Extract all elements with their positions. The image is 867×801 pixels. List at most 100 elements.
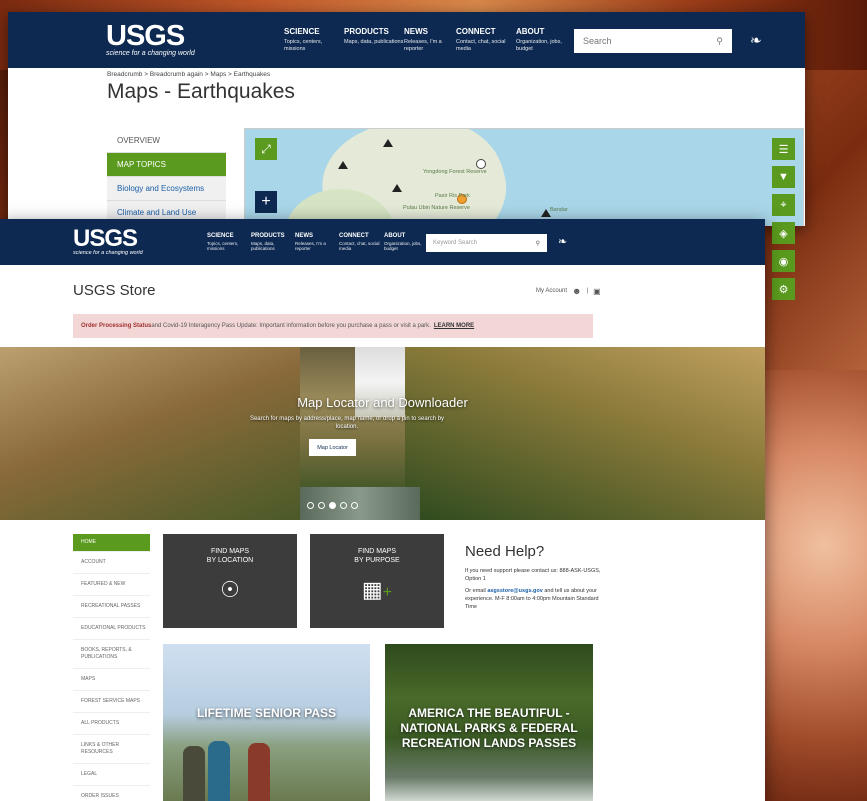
carousel-dot[interactable] xyxy=(351,502,358,509)
cart-icon[interactable]: ▣ xyxy=(593,287,601,296)
list-icon[interactable]: ☰ xyxy=(772,138,795,160)
sidenav-legal[interactable]: LEGAL xyxy=(73,764,150,786)
pass-title: AMERICA THE BEAUTIFUL - NATIONAL PARKS &… xyxy=(400,706,578,750)
breadcrumb[interactable]: Breadcrumb > Breadcrumb again > Maps > E… xyxy=(107,71,270,78)
nav-title: SCIENCE xyxy=(284,27,320,36)
carousel-dots xyxy=(307,502,358,509)
logo-tagline: science for a changing world xyxy=(106,50,195,57)
sidenav-books[interactable]: BOOKS, REPORTS, & PUBLICATIONS xyxy=(73,640,150,669)
my-account-link[interactable]: My Account xyxy=(536,288,567,294)
nav-sub: Organization, jobs, budget xyxy=(384,240,422,252)
nav-title: CONNECT xyxy=(456,27,496,36)
nav-sub: Contact, chat, social media xyxy=(339,240,380,252)
divider: | xyxy=(586,288,589,294)
nav-about[interactable]: ABOUT Organization, jobs, budget xyxy=(384,233,428,252)
hero-carousel: Map Locator and Downloader Search for ma… xyxy=(0,347,765,520)
sidenav-recreational-passes[interactable]: RECREATIONAL PASSES xyxy=(73,596,150,618)
search-icon[interactable]: ⚲ xyxy=(716,36,723,47)
map-label: Pasir Ris Park xyxy=(435,193,470,199)
side-nav: OVERVIEW MAP TOPICS Biology and Ecosyste… xyxy=(107,129,226,225)
site-header: USGS science for a changing world SCIENC… xyxy=(0,219,765,265)
earthquake-map[interactable]: ⤢ + Yongdong Forest Reserve Pulau Ubin N… xyxy=(244,128,804,226)
nav-science[interactable]: SCIENCE Topics, centers, missions xyxy=(207,233,251,252)
hero-image xyxy=(405,347,765,520)
filter-icon[interactable]: ▼ xyxy=(772,166,795,188)
map-label: Pulau Ubin Nature Reserve xyxy=(403,205,470,211)
sidenav-biology[interactable]: Biology and Ecosystems xyxy=(107,177,226,201)
earthquakes-map-window: USGS science for a changing world SCIENC… xyxy=(8,12,805,226)
nav-products[interactable]: PRODUCTS Maps, data, publications xyxy=(251,233,295,252)
sidenav-forest-service[interactable]: FOREST SERVICE MAPS xyxy=(73,691,150,713)
nav-about[interactable]: ABOUT Organization, jobs, budget xyxy=(516,27,572,53)
nav-connect[interactable]: CONNECT Contact, chat, social media xyxy=(339,233,384,252)
help-email-text: Or email asgsstore@usgs.gov and tell us … xyxy=(465,587,605,611)
gear-icon[interactable]: ⚙ xyxy=(772,278,795,300)
nav-connect[interactable]: CONNECT Contact, chat, social media xyxy=(456,27,516,53)
sidenav-map-topics[interactable]: MAP TOPICS xyxy=(107,153,226,177)
carousel-dot[interactable] xyxy=(318,502,325,509)
crop-icon[interactable]: ⌖ xyxy=(772,194,795,216)
alert-bold[interactable]: Order Processing Status xyxy=(81,323,151,329)
nav-news[interactable]: NEWS Releases, I'm a reporter xyxy=(404,27,456,53)
hiker-figure xyxy=(248,743,270,801)
tile-line: FIND MAPS xyxy=(210,548,250,555)
nav-title: ABOUT xyxy=(384,232,406,239)
nav-title: CONNECT xyxy=(339,232,369,239)
find-maps-purpose-tile[interactable]: FIND MAPS BY PURPOSE ▦+ xyxy=(310,534,444,628)
help-phone: If you need support please contact us: 8… xyxy=(465,568,601,582)
nav-title: PRODUCTS xyxy=(251,232,285,239)
sidenav-maps[interactable]: MAPS xyxy=(73,669,150,691)
volcano-marker[interactable] xyxy=(392,184,402,192)
account-bar: My Account ☻ | ▣ xyxy=(536,286,601,296)
carousel-dot-active[interactable] xyxy=(329,502,336,509)
search-icon[interactable]: ⚲ xyxy=(536,240,540,247)
tile-line: BY PURPOSE xyxy=(354,557,400,564)
lifetime-senior-pass-card[interactable]: LIFETIME SENIOR PASS xyxy=(163,644,370,801)
site-header: USGS science for a changing world SCIENC… xyxy=(8,12,805,68)
sidenav-featured[interactable]: FEATURED & NEW xyxy=(73,574,150,596)
sidenav-home[interactable]: HOME xyxy=(73,534,150,552)
logo-mark: USGS xyxy=(73,225,138,252)
share-icon[interactable]: ❧ xyxy=(558,235,567,248)
hero-title: Map Locator and Downloader xyxy=(297,395,468,410)
layers-icon[interactable]: ◈ xyxy=(772,222,795,244)
tile-line: FIND MAPS xyxy=(357,548,397,555)
volcano-marker[interactable] xyxy=(338,161,348,169)
nav-sub: Maps, data, publications xyxy=(251,240,275,252)
share-icon[interactable]: ❧ xyxy=(750,32,762,49)
zoom-in-button[interactable]: + xyxy=(255,191,277,213)
tile-title: FIND MAPS BY LOCATION xyxy=(163,547,297,565)
sidenav-links[interactable]: LINKS & OTHER RESOURCES xyxy=(73,735,150,764)
nav-title: ABOUT xyxy=(516,27,545,36)
volcano-marker[interactable] xyxy=(383,139,393,147)
sidenav-all-products[interactable]: ALL PRODUCTS xyxy=(73,713,150,735)
fullscreen-icon[interactable]: ⤢ xyxy=(255,138,277,160)
nav-title: NEWS xyxy=(404,27,428,36)
search-input[interactable]: Search ⚲ xyxy=(574,29,732,53)
usgs-logo[interactable]: USGS science for a changing world xyxy=(106,22,214,58)
map-label: Yongdong Forest Reserve xyxy=(423,169,487,175)
sidenav-overview[interactable]: OVERVIEW xyxy=(107,129,226,153)
usgs-logo[interactable]: USGS science for a changing world xyxy=(73,225,163,257)
carousel-dot[interactable] xyxy=(340,502,347,509)
nav-title: NEWS xyxy=(295,232,313,239)
nav-sub: Contact, chat, social media xyxy=(456,39,506,52)
earthquake-marker[interactable] xyxy=(476,159,486,169)
nav-news[interactable]: NEWS Releases, I'm a reporter xyxy=(295,233,339,252)
user-icon[interactable]: ☻ xyxy=(572,286,581,296)
find-maps-location-tile[interactable]: FIND MAPS BY LOCATION ☉ xyxy=(163,534,297,628)
sidenav-educational[interactable]: EDUCATIONAL PRODUCTS xyxy=(73,618,150,640)
main-nav: SCIENCE Topics, centers, missions PRODUCT… xyxy=(284,27,572,53)
keyword-search-input[interactable]: Keyword Search ⚲ xyxy=(426,234,547,252)
nav-products[interactable]: PRODUCTS Maps, data, publications xyxy=(344,27,404,53)
sidenav-account[interactable]: ACCOUNT xyxy=(73,552,150,574)
america-the-beautiful-pass-card[interactable]: AMERICA THE BEAUTIFUL - NATIONAL PARKS &… xyxy=(385,644,593,801)
sidenav-order-issues[interactable]: ORDER ISSUES xyxy=(73,786,150,801)
hiker-figure xyxy=(208,741,230,801)
email-link[interactable]: asgsstore@usgs.gov xyxy=(487,588,543,594)
carousel-dot[interactable] xyxy=(307,502,314,509)
map-locator-button[interactable]: Map Locator xyxy=(309,439,356,456)
learn-more-link[interactable]: LEARN MORE xyxy=(434,323,474,329)
nav-science[interactable]: SCIENCE Topics, centers, missions xyxy=(284,27,344,53)
globe-icon[interactable]: ◉ xyxy=(772,250,795,272)
